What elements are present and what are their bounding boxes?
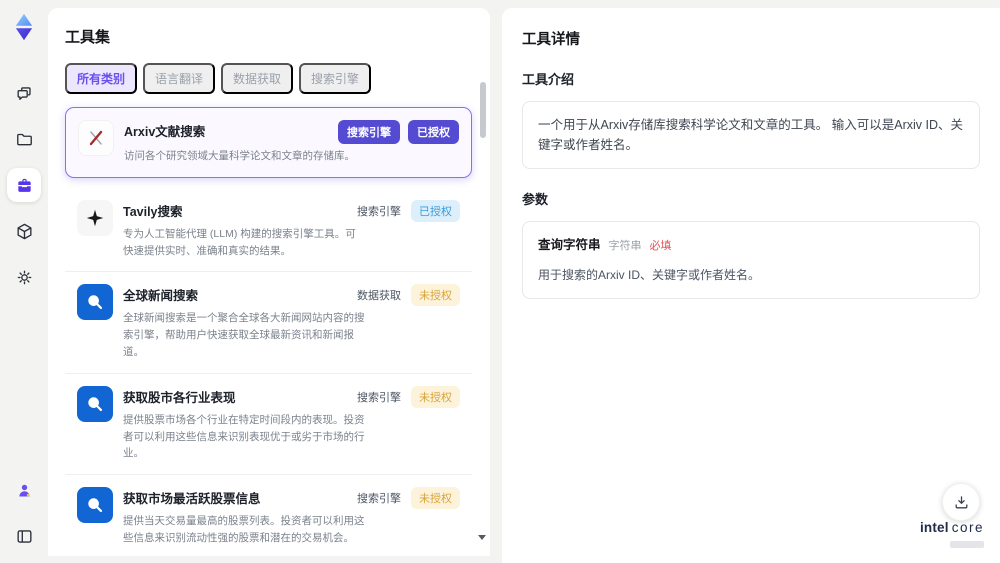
search-tool-icon	[77, 284, 113, 321]
category-tabs: 所有类别 语言翻译 数据获取 搜索引擎	[65, 63, 472, 94]
detail-title: 工具详情	[522, 32, 580, 48]
tool-list-panel: 工具集 所有类别 语言翻译 数据获取 搜索引擎 Arxiv文献搜索 搜索引擎 已授权 …	[48, 8, 490, 556]
tool-description: 访问各个研究领域大量科学论文和文章的存储库。	[124, 150, 355, 162]
arxiv-tool-icon	[78, 120, 114, 156]
download-button[interactable]	[942, 483, 980, 521]
app-logo-icon	[9, 12, 39, 42]
tool-description: 专为人工智能代理 (LLM) 构建的搜索引擎工具。可快速提供实时、准确和真实的结…	[123, 227, 356, 257]
tool-name: Tavily搜索	[123, 204, 183, 219]
param-description: 用于搜索的Arxiv ID、关键字或作者姓名。	[538, 267, 761, 282]
tool-card[interactable]: Tavily搜索 搜索引擎 已授权 专为人工智能代理 (LLM) 构建的搜索引擎…	[65, 188, 472, 273]
tool-name: 获取股市各行业表现	[123, 390, 236, 405]
params-heading: 参数	[522, 192, 549, 207]
package-icon[interactable]	[7, 214, 41, 248]
page-title: 工具集	[65, 29, 111, 46]
intel-ultra-mark	[950, 541, 984, 548]
tool-card[interactable]: 获取股市各行业表现 搜索引擎 未授权 提供股票市场各个行业在特定时间段内的表现。…	[65, 374, 472, 476]
category-tab[interactable]: 搜索引擎	[299, 63, 372, 94]
search-tool-icon	[77, 487, 113, 524]
tool-category-badge: 数据获取	[357, 290, 401, 303]
sparkle-tool-icon	[77, 199, 113, 236]
folder-icon[interactable]	[7, 122, 41, 156]
tool-name: 全球新闻搜索	[123, 289, 199, 304]
tool-status-badge: 未授权	[411, 284, 460, 307]
tool-category-badge: 搜索引擎	[357, 493, 401, 506]
param-type: 字符串	[608, 240, 642, 252]
search-tool-icon	[77, 385, 113, 422]
tool-status-badge: 未授权	[411, 385, 460, 408]
tool-status-badge: 已授权	[408, 120, 459, 144]
category-tab[interactable]: 所有类别	[65, 63, 138, 94]
tool-description: 全球新闻搜索是一个聚合全球各大新闻网站内容的搜索引擎，帮助用户快速获取全球最新资…	[123, 312, 365, 358]
scrollbar-thumb[interactable]	[480, 82, 486, 138]
tool-list: Arxiv文献搜索 搜索引擎 已授权 访问各个研究领域大量科学论文和文章的存储库…	[65, 107, 472, 556]
core-brand-text: core	[951, 520, 984, 535]
param-required-badge: 必填	[649, 240, 672, 252]
tool-description: 提供股票市场各个行业在特定时间段内的表现。投资者可以利用这些信息来识别表现优于或…	[123, 413, 365, 460]
param-name: 查询字符串	[538, 238, 601, 252]
intro-box: 一个用于从Arxiv存储库搜索科学论文和文章的工具。 输入可以是Arxiv ID…	[522, 101, 980, 169]
param-box: 查询字符串 字符串 必填 用于搜索的Arxiv ID、关键字或作者姓名。	[522, 221, 980, 299]
tool-category-badge: 搜索引擎	[357, 391, 401, 404]
tool-detail-panel: 工具详情 工具介绍 一个用于从Arxiv存储库搜索科学论文和文章的工具。 输入可…	[502, 8, 1000, 563]
tool-card[interactable]: Arxiv文献搜索 搜索引擎 已授权 访问各个研究领域大量科学论文和文章的存储库…	[65, 107, 472, 178]
tool-name: 获取市场最活跃股票信息	[123, 492, 261, 507]
tool-category-badge: 搜索引擎	[357, 205, 401, 218]
tool-name: Arxiv文献搜索	[124, 125, 206, 139]
intro-heading: 工具介绍	[522, 72, 575, 87]
scroll-down-arrow-icon[interactable]	[478, 535, 486, 540]
settings-icon[interactable]	[7, 260, 41, 294]
panel-toggle-icon[interactable]	[7, 519, 41, 553]
user-avatar-icon[interactable]	[7, 473, 41, 507]
chat-icon[interactable]	[7, 76, 41, 110]
category-tab[interactable]: 语言翻译	[143, 63, 216, 94]
tool-card[interactable]: 获取市场最活跃股票信息 搜索引擎 未授权 提供当天交易量最高的股票列表。投资者可…	[65, 475, 472, 556]
tool-status-badge: 已授权	[411, 199, 460, 222]
tool-description: 提供当天交易量最高的股票列表。投资者可以利用这些信息来识别流动性强的股票和潜在的…	[123, 515, 365, 544]
app-window: 工具集 所有类别 语言翻译 数据获取 搜索引擎 Arxiv文献搜索 搜索引擎 已授权 …	[0, 0, 1000, 563]
intel-core-logo: intel core	[920, 520, 984, 553]
tool-card[interactable]: 全球新闻搜索 数据获取 未授权 全球新闻搜索是一个聚合全球各大新闻网站内容的搜索…	[65, 272, 472, 374]
sidebar	[0, 0, 48, 563]
toolbox-icon[interactable]	[7, 168, 41, 202]
category-tab[interactable]: 数据获取	[221, 63, 294, 94]
tool-status-badge: 未授权	[411, 487, 460, 510]
tool-category-badge: 搜索引擎	[338, 120, 400, 144]
intel-brand-text: intel	[919, 520, 949, 535]
